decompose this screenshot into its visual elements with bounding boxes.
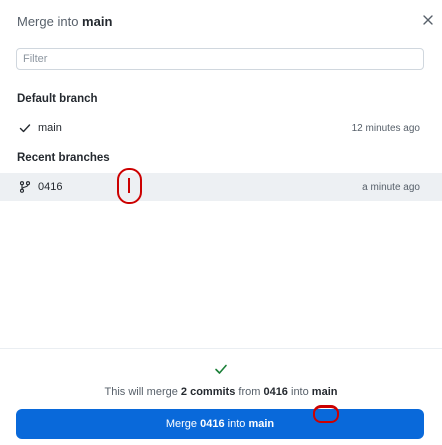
merge-label-target: main bbox=[248, 418, 275, 430]
branch-row-main[interactable]: main 12 minutes ago bbox=[0, 114, 442, 142]
branch-name: 0416 bbox=[38, 181, 63, 193]
merge-label-source: 0416 bbox=[200, 418, 225, 430]
summary-source: 0416 bbox=[263, 386, 288, 398]
check-icon bbox=[19, 124, 31, 133]
merge-dialog: Merge into main Default branch main 12 m… bbox=[0, 0, 442, 445]
merge-label-into: into bbox=[224, 418, 249, 430]
branch-icon bbox=[19, 181, 31, 193]
dialog-title: Merge into main bbox=[17, 14, 112, 29]
branch-time: a minute ago bbox=[362, 182, 420, 193]
branch-row-0416[interactable]: 0416 a minute ago bbox=[0, 173, 442, 201]
summary-into: into bbox=[287, 386, 312, 398]
title-prefix: Merge into bbox=[17, 14, 83, 29]
branch-name: main bbox=[38, 122, 62, 134]
annotation-mark bbox=[313, 405, 339, 423]
merge-button[interactable]: Merge 0416 into main bbox=[16, 409, 424, 439]
footer-divider bbox=[0, 348, 442, 349]
branch-time: 12 minutes ago bbox=[351, 123, 420, 134]
summary-commits: 2 commits bbox=[180, 386, 236, 398]
title-branch: main bbox=[82, 14, 113, 29]
filter-input[interactable] bbox=[16, 48, 424, 70]
merge-label-prefix: Merge bbox=[165, 418, 201, 430]
summary-prefix: This will merge bbox=[104, 386, 181, 398]
annotation-circle bbox=[117, 168, 142, 204]
check-icon bbox=[215, 364, 227, 374]
close-button[interactable] bbox=[420, 12, 436, 28]
merge-summary: This will merge 2 commits from 0416 into… bbox=[0, 386, 442, 398]
default-branch-heading: Default branch bbox=[17, 93, 98, 105]
summary-target: main bbox=[311, 386, 338, 398]
summary-from: from bbox=[235, 386, 264, 398]
recent-branches-heading: Recent branches bbox=[17, 152, 110, 164]
close-icon bbox=[423, 15, 433, 25]
